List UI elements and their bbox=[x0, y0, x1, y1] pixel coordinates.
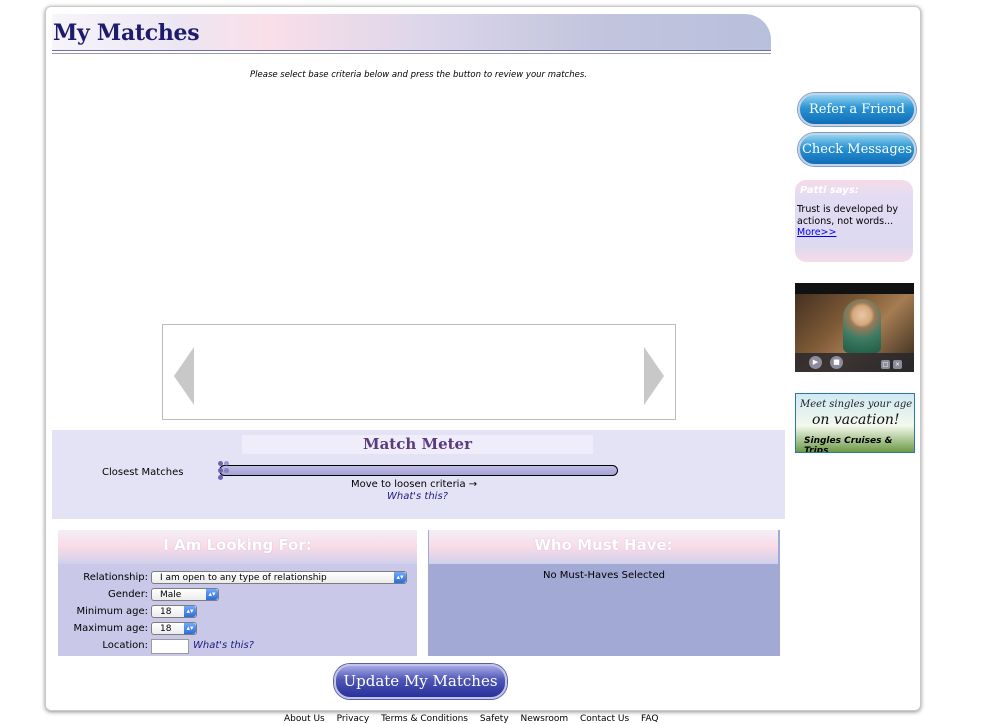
max-age-select-value: 18 bbox=[160, 624, 172, 634]
refer-friend-button[interactable]: Refer a Friend bbox=[798, 93, 916, 126]
singles-cruise-ad[interactable]: Meet singles your age on vacation! Singl… bbox=[795, 393, 915, 453]
carousel-next-arrow-icon[interactable] bbox=[644, 347, 664, 405]
footer-link-about[interactable]: About Us bbox=[284, 714, 325, 724]
gender-select-value: Male bbox=[160, 590, 182, 600]
max-age-label: Maximum age: bbox=[73, 623, 148, 634]
min-age-select[interactable]: 18 ▴▾ bbox=[151, 605, 197, 618]
relationship-select-value: I am open to any type of relationship bbox=[160, 573, 327, 583]
instructions-text: Please select base criteria below and pr… bbox=[250, 70, 587, 80]
max-age-select[interactable]: 18 ▴▾ bbox=[151, 622, 197, 635]
no-must-haves-text: No Must-Haves Selected bbox=[543, 570, 665, 581]
min-age-row: Minimum age: 18 ▴▾ bbox=[58, 605, 417, 620]
location-input[interactable] bbox=[151, 639, 189, 654]
match-meter-slider-track[interactable] bbox=[219, 465, 618, 476]
footer-links: About Us Privacy Terms & Conditions Safe… bbox=[284, 714, 667, 724]
location-label: Location: bbox=[102, 640, 148, 651]
ad-line-2: on vacation! bbox=[812, 412, 900, 428]
carousel-prev-arrow-icon[interactable] bbox=[174, 347, 194, 405]
min-age-label: Minimum age: bbox=[76, 606, 148, 617]
closest-matches-label: Closest Matches bbox=[102, 467, 184, 478]
gender-label: Gender: bbox=[107, 589, 148, 600]
video-controls: ▶ ■ □ × bbox=[795, 353, 914, 372]
patti-tip-box: Patti says: Trust is developed by action… bbox=[795, 180, 913, 262]
relationship-label: Relationship: bbox=[83, 572, 148, 583]
footer-link-safety[interactable]: Safety bbox=[480, 714, 509, 724]
match-meter-slider-handle[interactable] bbox=[217, 459, 231, 481]
page-title: My Matches bbox=[53, 20, 200, 46]
check-messages-button[interactable]: Check Messages bbox=[798, 133, 916, 166]
must-have-title: Who Must Have: bbox=[534, 536, 673, 554]
match-meter-help-link[interactable]: What's this? bbox=[387, 491, 448, 502]
ad-line-3: Singles Cruises & Trips bbox=[804, 436, 893, 453]
footer-link-contact[interactable]: Contact Us bbox=[580, 714, 629, 724]
gender-row: Gender: Male ▴▾ bbox=[58, 588, 417, 603]
footer-link-faq[interactable]: FAQ bbox=[641, 714, 658, 724]
stop-icon[interactable]: ■ bbox=[830, 356, 843, 369]
update-matches-button[interactable]: Update My Matches bbox=[334, 664, 507, 699]
close-icon[interactable]: × bbox=[893, 360, 902, 369]
looking-for-panel: I Am Looking For: Relationship: I am ope… bbox=[58, 530, 417, 656]
footer-link-newsroom[interactable]: Newsroom bbox=[521, 714, 569, 724]
relationship-row: Relationship: I am open to any type of r… bbox=[58, 571, 417, 586]
footer-link-privacy[interactable]: Privacy bbox=[337, 714, 370, 724]
video-player[interactable]: ▶ ■ □ × bbox=[795, 283, 914, 372]
loosen-criteria-hint: Move to loosen criteria → bbox=[351, 479, 478, 490]
match-meter-title: Match Meter bbox=[362, 435, 473, 453]
min-age-select-value: 18 bbox=[160, 607, 172, 617]
fullscreen-icon[interactable]: □ bbox=[881, 360, 890, 369]
must-have-header: Who Must Have: bbox=[429, 530, 778, 564]
chevron-updown-icon: ▴▾ bbox=[184, 606, 196, 617]
footer-link-terms[interactable]: Terms & Conditions bbox=[381, 714, 468, 724]
chevron-updown-icon: ▴▾ bbox=[184, 623, 196, 634]
relationship-select[interactable]: I am open to any type of relationship ▴▾ bbox=[151, 571, 407, 584]
matches-carousel bbox=[162, 324, 676, 420]
tip-text: Trust is developed by actions, not words… bbox=[797, 204, 899, 227]
max-age-row: Maximum age: 18 ▴▾ bbox=[58, 622, 417, 637]
must-have-panel: Who Must Have: No Must-Haves Selected bbox=[428, 530, 780, 656]
looking-for-header: I Am Looking For: bbox=[58, 530, 417, 564]
match-meter: Match Meter Closest Matches Move to loos… bbox=[52, 430, 785, 519]
ad-line-1: Meet singles your age bbox=[800, 399, 913, 410]
location-help-link[interactable]: What's this? bbox=[193, 640, 254, 651]
chevron-updown-icon: ▴▾ bbox=[206, 589, 218, 600]
chevron-updown-icon: ▴▾ bbox=[394, 572, 406, 583]
video-top-bar bbox=[795, 283, 914, 294]
looking-for-title: I Am Looking For: bbox=[163, 536, 312, 554]
play-icon[interactable]: ▶ bbox=[809, 356, 822, 369]
tip-title: Patti says: bbox=[800, 185, 859, 196]
video-thumbnail bbox=[843, 299, 881, 353]
tip-more-link[interactable]: More>> bbox=[797, 227, 836, 238]
location-row: Location: What's this? bbox=[58, 639, 417, 654]
gender-select[interactable]: Male ▴▾ bbox=[151, 588, 219, 601]
